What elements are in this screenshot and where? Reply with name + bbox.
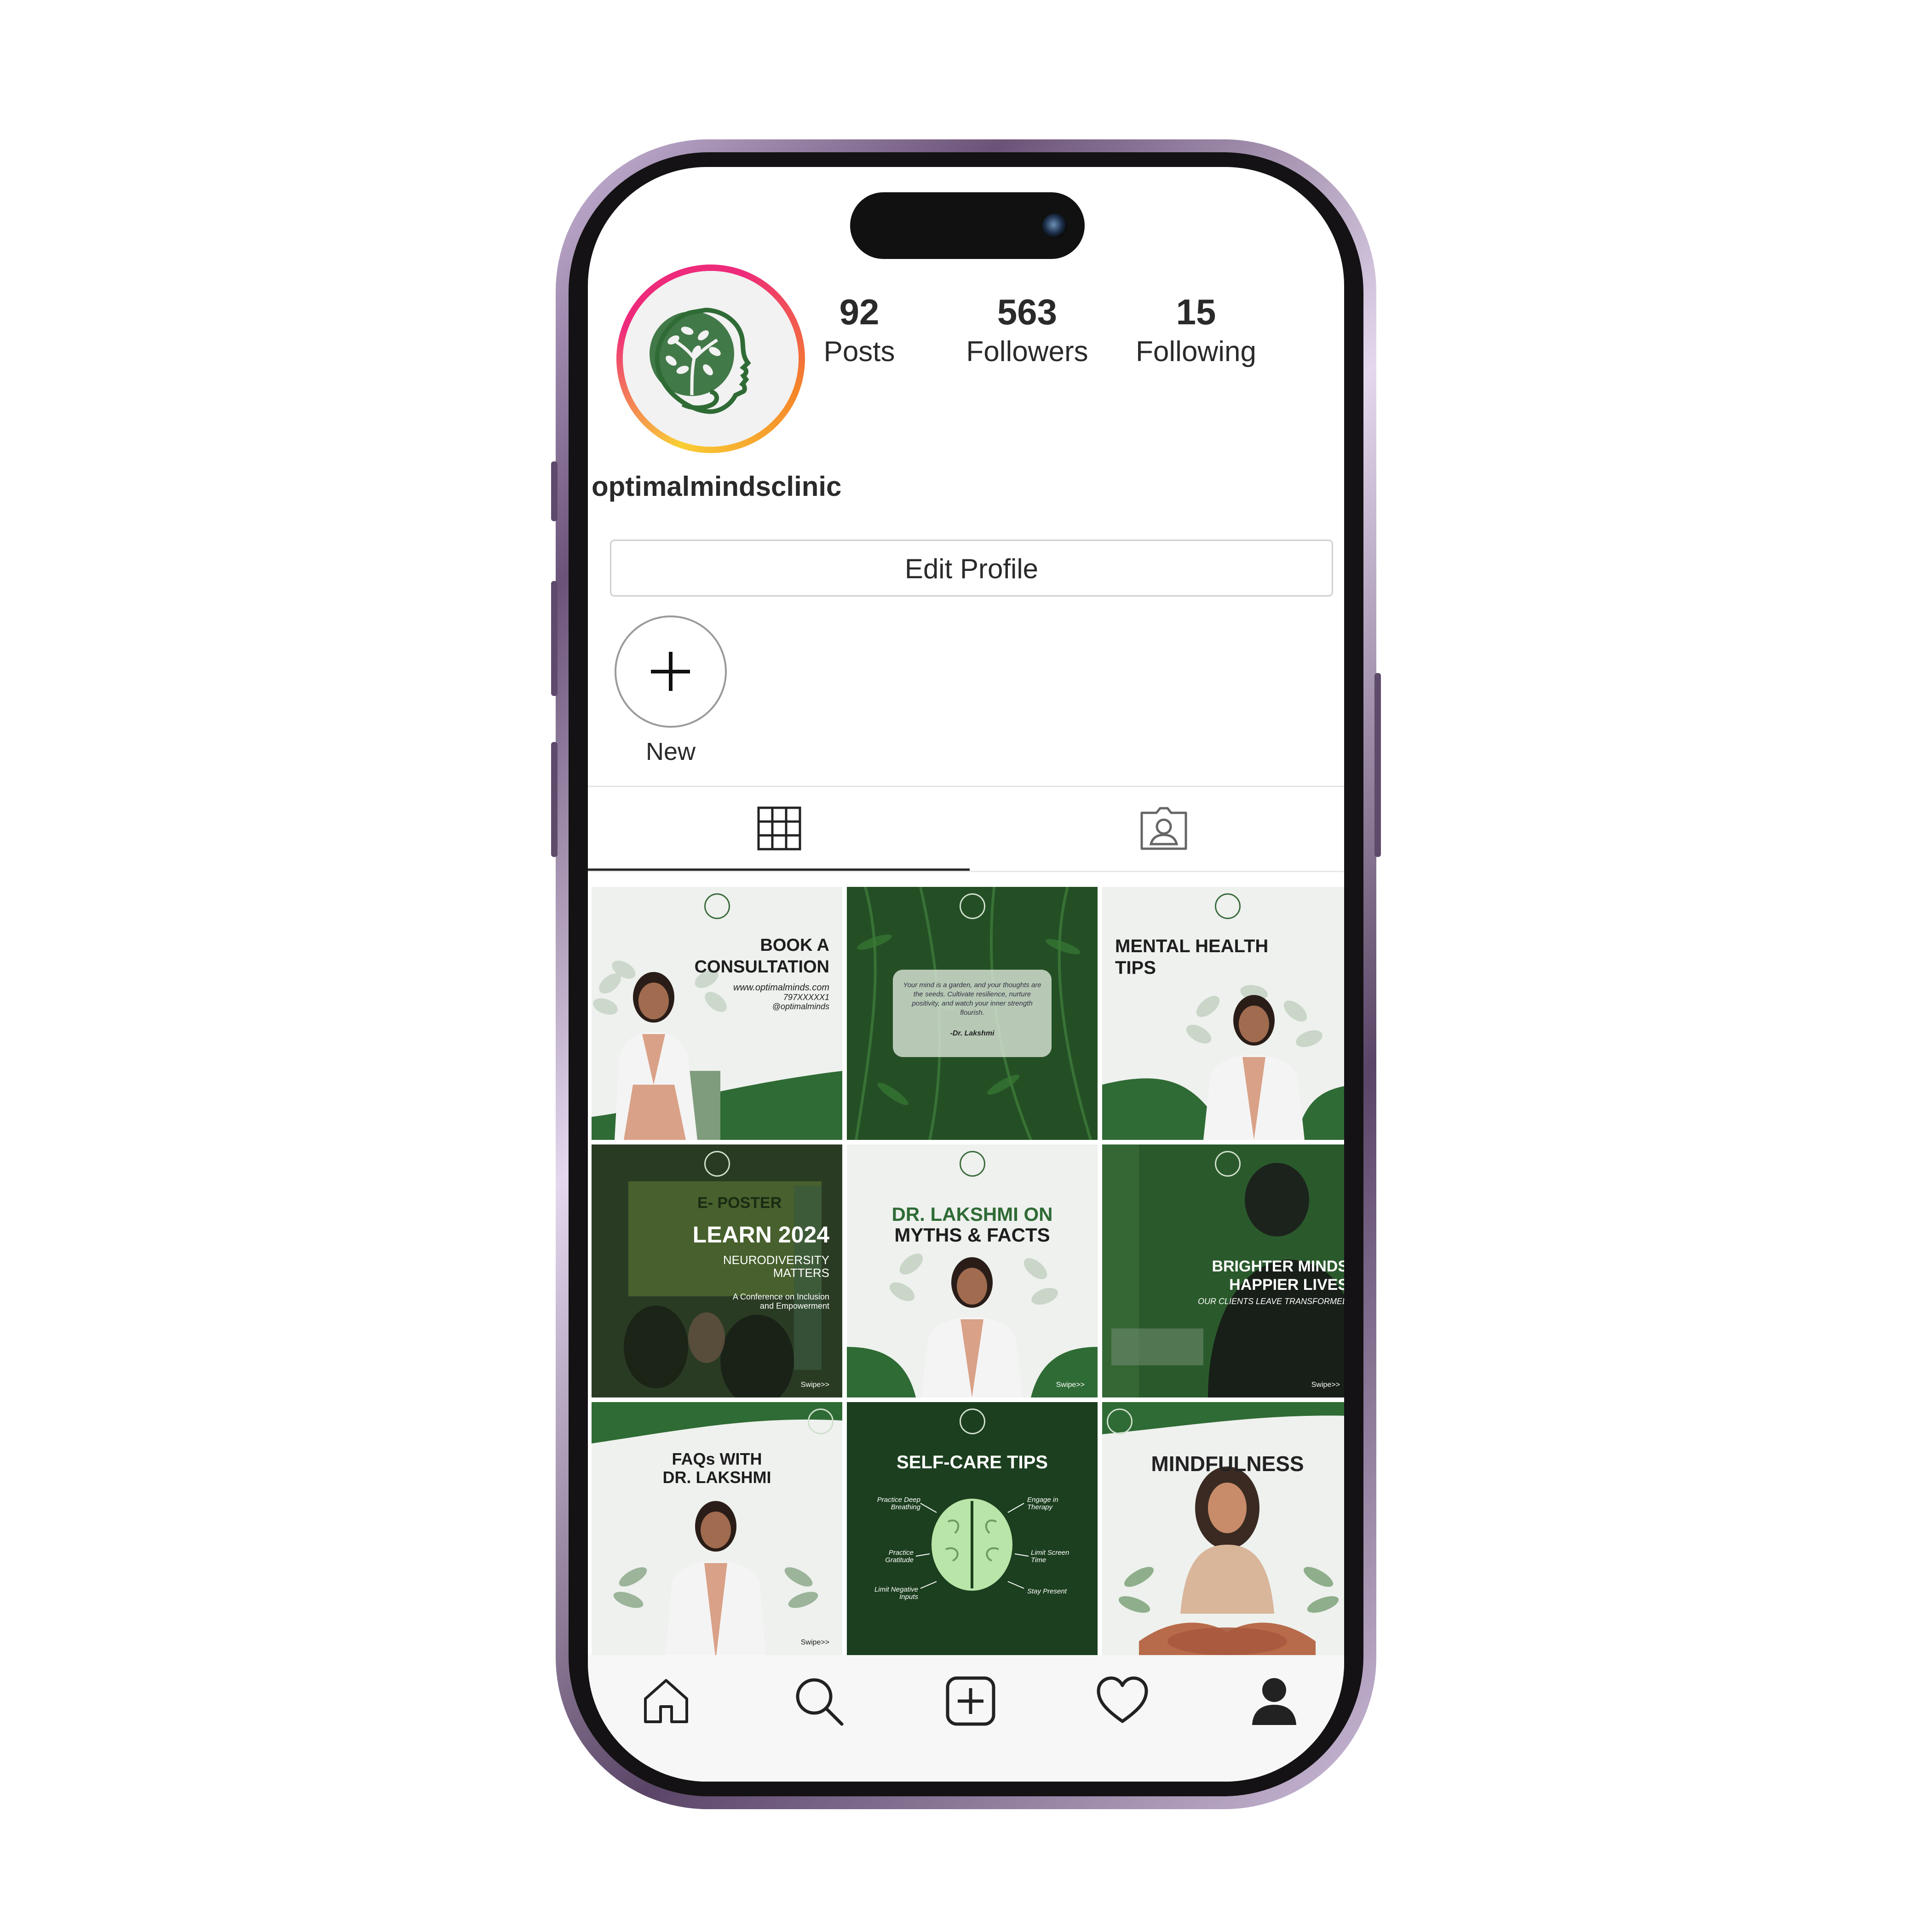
volume-up-button: [551, 581, 558, 696]
clinic-logo-icon: [808, 1409, 834, 1434]
post-myths-facts[interactable]: DR. LAKSHMI ON MYTHS & FACTS Swipe>>: [847, 1144, 1098, 1397]
post-title-line1: FAQs WITH: [672, 1449, 762, 1468]
post-phone: 797XXXXX1: [783, 993, 829, 1002]
profile-icon: [1252, 1678, 1296, 1725]
screen: 92 Posts 563 Followers 15 Following opti…: [588, 167, 1344, 1782]
new-highlight-button[interactable]: [615, 615, 727, 728]
tip-screen-time: Limit Screen Time: [1031, 1549, 1070, 1564]
edit-profile-button[interactable]: Edit Profile: [610, 540, 1333, 597]
green-wave-decoration: [1102, 1402, 1344, 1655]
nav-create[interactable]: [943, 1673, 998, 1729]
phone-frame: 92 Posts 563 Followers 15 Following opti…: [551, 139, 1381, 1809]
posts-count: 92: [839, 292, 880, 332]
post-title-line1: BOOK A: [760, 936, 829, 955]
post-title-line1: MENTAL HEALTH: [1115, 936, 1269, 956]
tab-tagged[interactable]: [1140, 806, 1188, 853]
clinic-logo-icon: [1215, 1151, 1241, 1177]
volume-down-button: [551, 742, 558, 857]
post-mindfulness[interactable]: MINDFULNESS: [1102, 1402, 1344, 1655]
doctor-photo: [665, 1501, 766, 1655]
followers-count: 563: [997, 292, 1058, 332]
post-title-line2: MYTHS & FACTS: [894, 1224, 1050, 1246]
followers-label: Followers: [966, 336, 1088, 368]
brain-illustration: [915, 1499, 1029, 1591]
post-title-line2: TIPS: [1115, 958, 1156, 978]
tip-negative-inputs: Limit Negative Inputs: [874, 1586, 918, 1601]
swipe-hint: Swipe>>: [1311, 1381, 1340, 1389]
tip-gratitude: Practice Gratitude: [885, 1549, 914, 1564]
heart-icon: [1097, 1676, 1148, 1723]
post-sub3: A Conference on Inclusion: [732, 1292, 829, 1301]
post-title: MINDFULNESS: [1151, 1452, 1304, 1476]
tip-deep-breathing: Practice Deep Breathing: [877, 1496, 920, 1511]
add-post-icon: [946, 1676, 995, 1726]
doctor-photo: [615, 972, 720, 1140]
tab-posts-grid[interactable]: [757, 806, 801, 853]
posts-grid: BOOK A CONSULTATION www.optimalminds.com…: [592, 887, 1344, 1655]
followers-stat[interactable]: 563 Followers: [958, 291, 1096, 371]
tabs-bottom-divider: [588, 871, 1344, 872]
post-learn-2024[interactable]: E- POSTER LEARN 2024 NEURODIVERSITY MATT…: [592, 1144, 842, 1397]
post-title-line2: HAPPIER LIVES: [1229, 1276, 1344, 1294]
post-title-line1: DR. LAKSHMI ON: [891, 1203, 1053, 1225]
quote-text: Your mind is a garden, and your thoughts…: [903, 981, 1041, 1017]
posts-stat[interactable]: 92 Posts: [790, 291, 928, 371]
tip-therapy: Engage in Therapy: [1027, 1496, 1058, 1511]
post-title: SELF-CARE TIPS: [897, 1452, 1048, 1472]
profile-username: optimalmindsclinic: [592, 471, 842, 502]
post-website: www.optimalminds.com: [733, 983, 829, 993]
post-book-consultation[interactable]: BOOK A CONSULTATION www.optimalminds.com…: [592, 887, 842, 1140]
search-icon: [796, 1678, 844, 1726]
post-sub4: and Empowerment: [759, 1301, 829, 1311]
post-faqs[interactable]: FAQs WITH DR. LAKSHMI Swipe>>: [592, 1402, 842, 1655]
post-title-line1: BRIGHTER MINDS: [1212, 1258, 1344, 1275]
doctor-photo: [1203, 995, 1305, 1140]
post-title: LEARN 2024: [692, 1222, 829, 1248]
story-ring[interactable]: [616, 264, 805, 453]
post-sub: OUR CLIENTS LEAVE TRANSFORMED: [1197, 1297, 1344, 1306]
nav-activity[interactable]: [1095, 1673, 1150, 1729]
doctor-photo: [921, 1257, 1023, 1397]
nav-home[interactable]: [638, 1673, 694, 1729]
power-button: [1374, 673, 1381, 857]
post-title-line2: DR. LAKSHMI: [662, 1468, 771, 1487]
post-title-line2: CONSULTATION: [694, 957, 829, 977]
swipe-hint: Swipe>>: [800, 1381, 829, 1389]
clinic-logo-icon: [704, 1151, 730, 1177]
plus-icon: [651, 652, 690, 691]
nav-profile[interactable]: [1247, 1673, 1302, 1729]
following-label: Following: [1136, 336, 1256, 368]
dynamic-island: [850, 192, 1085, 259]
home-icon: [644, 1679, 688, 1723]
tabs-top-divider: [588, 786, 1344, 787]
tip-stay-present: Stay Present: [1027, 1587, 1067, 1595]
action-button: [551, 461, 558, 521]
posts-label: Posts: [823, 336, 895, 368]
clinic-logo-icon: [960, 893, 985, 919]
clinic-logo-icon: [623, 271, 799, 447]
post-mental-health-tips[interactable]: MENTAL HEALTH TIPS: [1102, 887, 1344, 1140]
post-self-care-tips[interactable]: SELF-CARE TIPS Practice Deep Breathing E…: [847, 1402, 1098, 1655]
following-stat[interactable]: 15 Following: [1127, 291, 1265, 371]
post-sub2: MATTERS: [773, 1266, 829, 1280]
post-sub1: NEURODIVERSITY: [723, 1253, 829, 1267]
clinic-logo-icon: [1107, 1409, 1133, 1434]
nav-search[interactable]: [791, 1673, 846, 1729]
post-handle: @optimalminds: [772, 1002, 829, 1011]
camera-icon: [1042, 213, 1067, 238]
new-highlight-label: New: [645, 738, 696, 765]
grid-icon: [757, 806, 801, 851]
avatar: [623, 271, 799, 447]
quote-author: -Dr. Lakshmi: [950, 1029, 995, 1037]
following-count: 15: [1176, 292, 1216, 332]
post-brighter-minds[interactable]: BRIGHTER MINDS HAPPIER LIVES OUR CLIENTS…: [1102, 1144, 1344, 1397]
swipe-hint: Swipe>>: [800, 1639, 829, 1646]
swipe-hint: Swipe>>: [1056, 1381, 1085, 1389]
tagged-person-icon: [1140, 807, 1187, 850]
quote-card: Your mind is a garden, and your thoughts…: [893, 970, 1052, 1057]
post-kicker: E- POSTER: [697, 1194, 782, 1212]
post-quote[interactable]: Your mind is a garden, and your thoughts…: [847, 887, 1098, 1140]
